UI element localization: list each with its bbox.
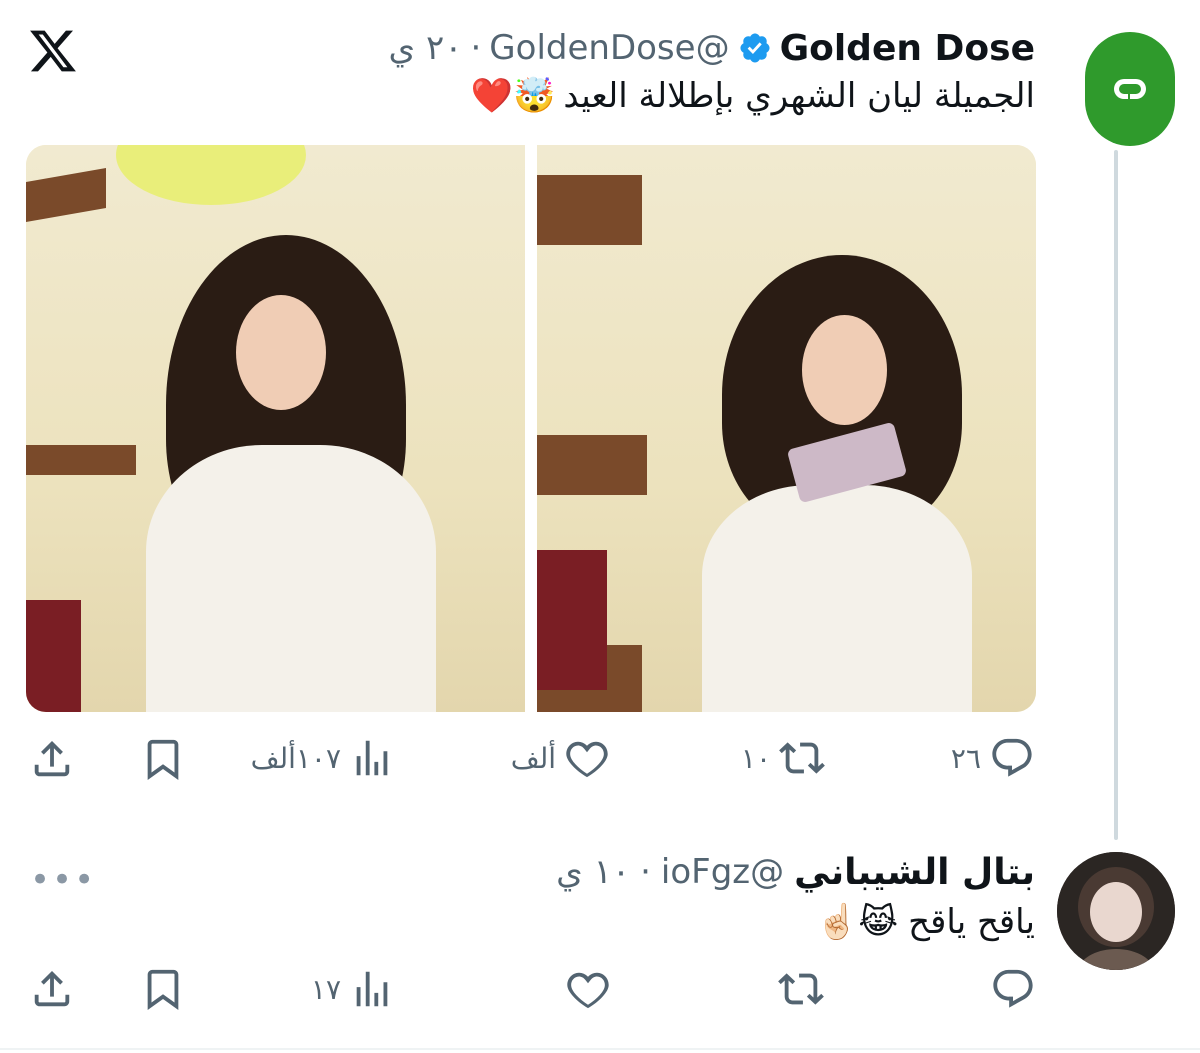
photo-right[interactable] bbox=[537, 145, 1036, 712]
tweet-body: الجميلة ليان الشهري بإطلالة العيد bbox=[563, 76, 1035, 116]
tweet-header: Golden Dose @GoldenDose · ٢٠ ي bbox=[389, 28, 1035, 69]
more-options-icon[interactable]: ••• bbox=[30, 860, 96, 900]
author-name[interactable]: Golden Dose bbox=[780, 28, 1035, 69]
golden-dose-logo-icon bbox=[1114, 79, 1146, 99]
tweet-media[interactable] bbox=[26, 145, 1036, 712]
dot-separator: · bbox=[640, 852, 651, 892]
reply-text: ياقح ياقح 😹☝🏻 bbox=[816, 902, 1035, 942]
reply-views-icon bbox=[356, 971, 388, 1007]
like-action[interactable]: ألف bbox=[511, 735, 610, 781]
author-avatar[interactable] bbox=[1085, 32, 1175, 146]
reply-views-action[interactable]: ١٧ bbox=[311, 966, 395, 1012]
tweet-emoji: 🤯❤️ bbox=[470, 76, 556, 116]
bottom-divider bbox=[0, 1048, 1200, 1050]
like-icon bbox=[566, 741, 608, 778]
reply-share-icon[interactable] bbox=[29, 966, 75, 1012]
views-action[interactable]: ١٠٧ألف bbox=[251, 735, 395, 781]
reply-like-icon[interactable] bbox=[565, 966, 611, 1012]
views-icon bbox=[356, 740, 388, 776]
reply-icon bbox=[992, 738, 1032, 777]
tweet-time[interactable]: ٢٠ ي bbox=[389, 28, 463, 68]
retweet-action[interactable]: ١٠ bbox=[741, 735, 825, 781]
reply-views-count: ١٧ bbox=[310, 972, 341, 1006]
retweet-icon bbox=[779, 742, 825, 774]
reply-header: بتال الشيباني @ioFgz · ١٠ ي bbox=[556, 850, 1035, 894]
reply-count: ٢٦ bbox=[950, 741, 981, 775]
reply-author-name[interactable]: بتال الشيباني bbox=[794, 852, 1035, 893]
reply-author-avatar[interactable] bbox=[1057, 852, 1175, 970]
reply-action[interactable]: ٢٦ bbox=[951, 735, 1035, 781]
views-count: ١٠٧ألف bbox=[250, 741, 341, 775]
reply-author-handle[interactable]: @ioFgz bbox=[661, 852, 784, 892]
thread-line bbox=[1114, 150, 1118, 840]
like-count: ألف bbox=[510, 741, 556, 775]
bookmark-icon[interactable] bbox=[140, 736, 186, 782]
tweet-text: الجميلة ليان الشهري بإطلالة العيد 🤯❤️ bbox=[471, 76, 1035, 116]
share-icon[interactable] bbox=[29, 736, 75, 782]
x-logo-icon[interactable] bbox=[28, 26, 78, 76]
retweet-count: ١٠ bbox=[740, 741, 771, 775]
reply-time[interactable]: ١٠ ي bbox=[556, 852, 630, 892]
author-handle[interactable]: @GoldenDose bbox=[489, 28, 729, 68]
reply-body: ياقح ياقح bbox=[908, 902, 1035, 942]
photo-left[interactable] bbox=[26, 145, 525, 712]
dot-separator: · bbox=[470, 28, 482, 68]
reply-bookmark-icon[interactable] bbox=[140, 966, 186, 1012]
reply-reply-icon[interactable] bbox=[990, 966, 1036, 1012]
reply-avatar-photo bbox=[1057, 852, 1175, 970]
reply-emoji: 😹☝🏻 bbox=[816, 902, 899, 942]
reply-retweet-icon[interactable] bbox=[778, 966, 824, 1012]
verified-badge-icon bbox=[740, 33, 770, 63]
